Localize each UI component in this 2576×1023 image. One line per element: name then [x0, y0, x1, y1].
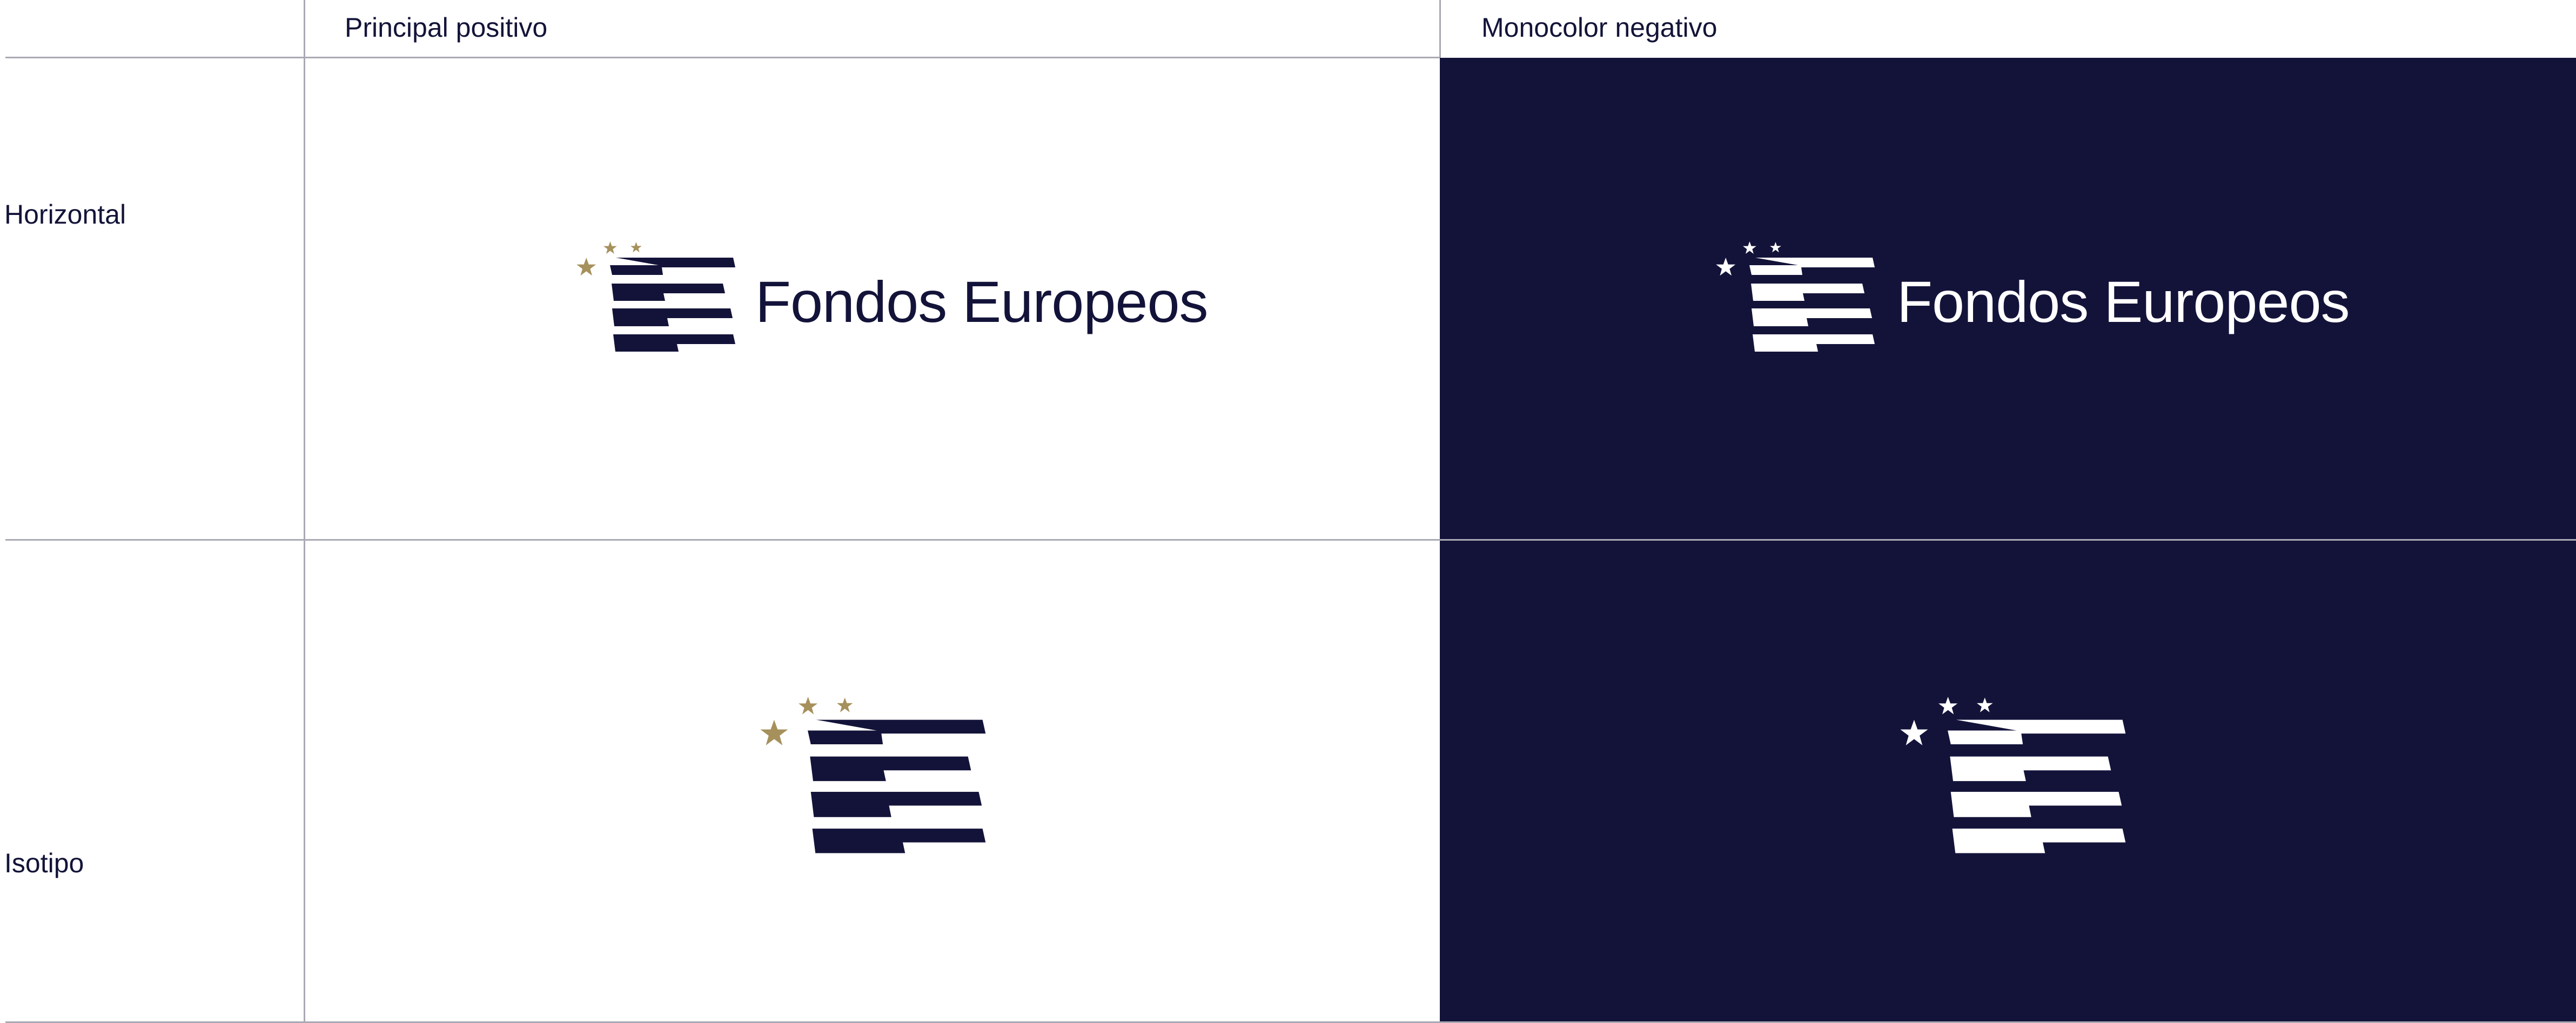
row-header-isotipo: Isotipo: [4, 848, 84, 878]
isotipo-positive: [760, 697, 986, 853]
stripes-e-mark-icon: [1948, 719, 2126, 853]
row-header-horizontal: Horizontal: [4, 199, 126, 230]
variant-column-divider: [1439, 0, 1441, 58]
stripes-e-mark-icon: [1749, 258, 1875, 352]
column-header-monocolor-negativo: Monocolor negativo: [1481, 12, 1718, 43]
column-header-principal-positivo: Principal positivo: [345, 12, 548, 43]
isotipo-negative: [1900, 697, 2126, 853]
label-column-divider: [304, 0, 305, 1023]
header-divider: [5, 57, 1440, 58]
logo-mark-negative-horizontal: [1716, 241, 1875, 352]
wordmark-negative: Fondos Europeos: [1897, 269, 2350, 334]
stripes-e-mark-icon: [610, 258, 735, 352]
row-divider: [5, 539, 2576, 541]
logo-mark-positive-horizontal: [576, 241, 735, 352]
stripes-e-mark-icon: [808, 719, 986, 853]
wordmark-positive: Fondos Europeos: [755, 269, 1209, 334]
